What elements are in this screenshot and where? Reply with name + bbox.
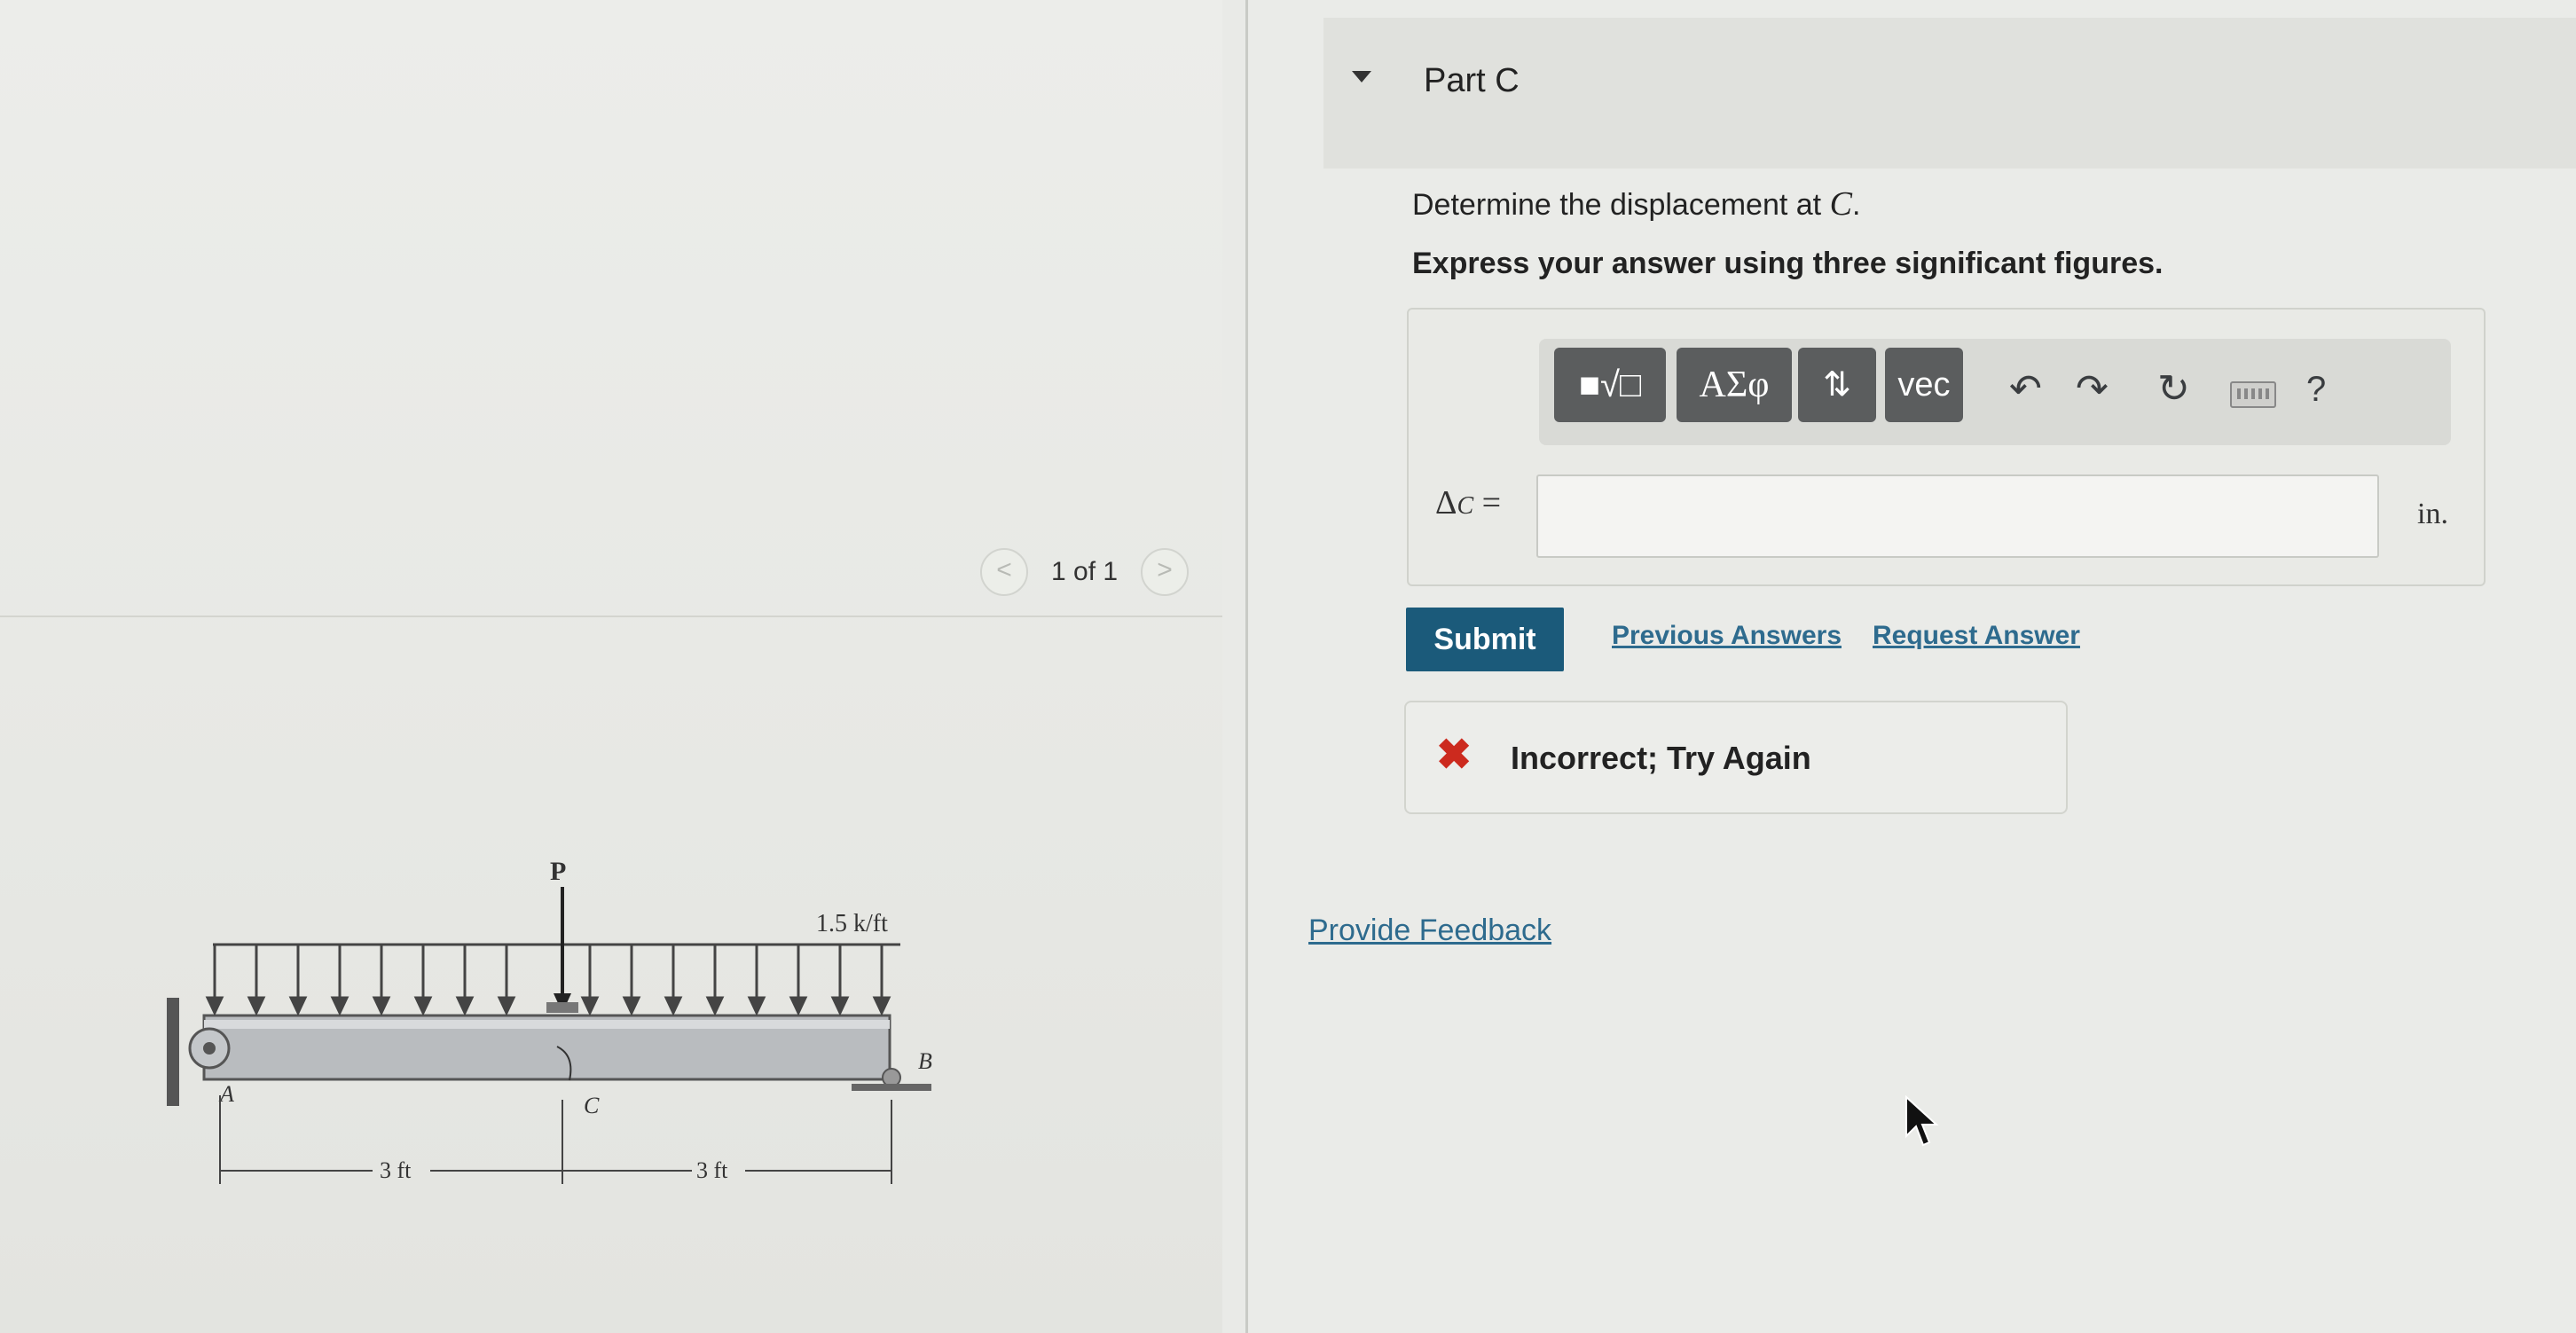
beam-highlight: [204, 1020, 890, 1029]
vector-button[interactable]: vec: [1885, 348, 1963, 422]
request-answer-link[interactable]: Request Answer: [1873, 621, 2080, 651]
figure-pane: P 1.5 k/ft A B C 3 ft 3 ft < 1 of 1 >: [0, 0, 1222, 1333]
figure-divider: [0, 616, 1222, 617]
previous-answers-link[interactable]: Previous Answers: [1612, 621, 1842, 651]
dim-right: 3 ft: [696, 1157, 728, 1183]
pager-next-button[interactable]: >: [1141, 548, 1190, 596]
pin-a-center: [203, 1042, 216, 1055]
part-header[interactable]: Part C: [1323, 18, 2576, 169]
label-p: P: [550, 857, 566, 886]
greek-symbols-button[interactable]: ΑΣφ: [1677, 348, 1792, 422]
dim-left: 3 ft: [380, 1157, 412, 1183]
help-icon[interactable]: ?: [2306, 367, 2326, 412]
roller-base: [852, 1084, 931, 1091]
mouse-cursor-icon: [1905, 1095, 1939, 1147]
redo-icon[interactable]: ↷: [2076, 367, 2109, 412]
question-pane: Part C Determine the displacement at C. …: [1248, 0, 2576, 1333]
prompt-text: Determine the displacement at: [1412, 188, 1830, 222]
math-toolbar: ■√□ ΑΣφ ⇅ vec ↶ ↷ ↻ ?: [1539, 339, 2451, 445]
figure-pager: < 1 of 1 >: [980, 548, 1190, 596]
feedback-message: Incorrect; Try Again: [1511, 740, 1811, 776]
incorrect-x-icon: ✖: [1436, 732, 1473, 779]
question-instruction: Express your answer using three signific…: [1412, 247, 2164, 280]
label-c: C: [584, 1093, 600, 1118]
reset-icon[interactable]: ↻: [2157, 367, 2190, 412]
beam-diagram: P 1.5 k/ft A B C 3 ft 3 ft: [167, 857, 932, 1184]
answer-label: ΔC =: [1435, 483, 1501, 522]
answer-input[interactable]: [1536, 474, 2379, 558]
answer-box: ■√□ ΑΣφ ⇅ vec ↶ ↷ ↻ ? ΔC = in.: [1407, 308, 2486, 586]
prompt-variable: C: [1829, 185, 1852, 223]
caret-down-icon[interactable]: [1352, 71, 1371, 82]
delta-subscript: C: [1457, 492, 1474, 520]
question-prompt: Determine the displacement at C.: [1412, 184, 1860, 223]
math-templates-button[interactable]: ■√□: [1554, 348, 1666, 422]
load-plate: [546, 1002, 578, 1013]
prompt-end: .: [1851, 188, 1861, 222]
answer-unit: in.: [2417, 498, 2448, 530]
wall-support: [167, 998, 179, 1106]
feedback-box: ✖ Incorrect; Try Again: [1404, 701, 2068, 814]
label-b: B: [918, 1048, 932, 1074]
provide-feedback-link[interactable]: Provide Feedback: [1308, 913, 1551, 948]
arrows-button[interactable]: ⇅: [1798, 348, 1876, 422]
part-title: Part C: [1424, 62, 1520, 99]
equals-sign: =: [1473, 484, 1502, 521]
undo-icon[interactable]: ↶: [2009, 367, 2042, 412]
pager-text: 1 of 1: [1051, 557, 1119, 586]
delta-symbol: Δ: [1435, 484, 1457, 521]
keyboard-icon[interactable]: [2230, 381, 2276, 408]
dimension-lines: [219, 1095, 892, 1184]
submit-button[interactable]: Submit: [1406, 608, 1564, 671]
label-distributed-load: 1.5 k/ft: [816, 910, 888, 937]
pager-prev-button[interactable]: <: [980, 548, 1028, 596]
